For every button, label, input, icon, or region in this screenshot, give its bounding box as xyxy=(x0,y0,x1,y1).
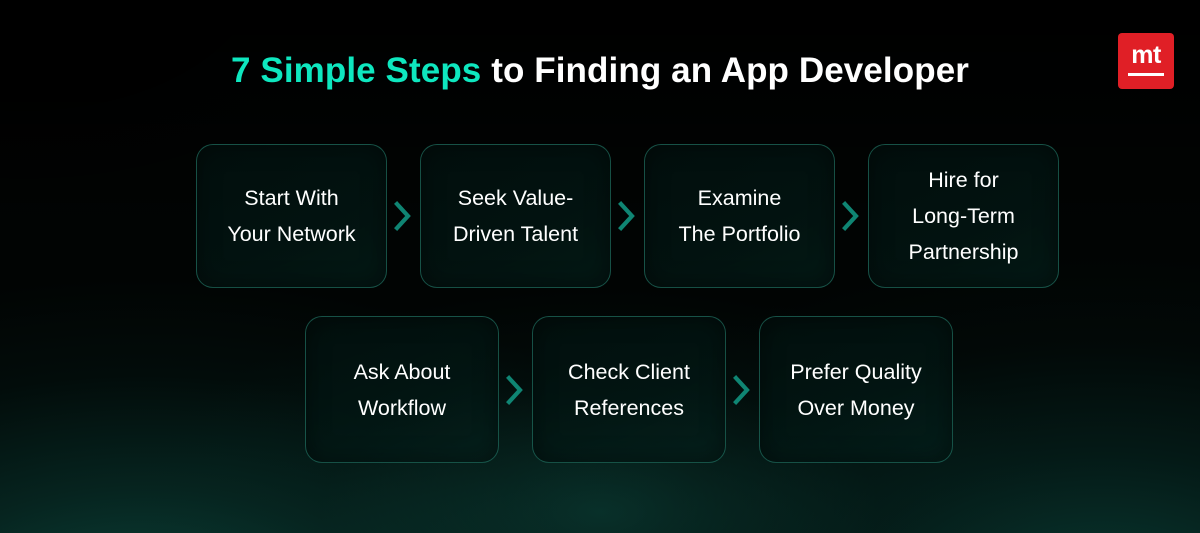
step-card-7[interactable]: Prefer Quality Over Money xyxy=(759,316,953,463)
chevron-right-icon xyxy=(835,194,868,238)
step-card-4[interactable]: Hire for Long-Term Partnership xyxy=(868,144,1059,288)
page-title: 7 Simple Steps to Finding an App Develop… xyxy=(0,50,1200,92)
step-card-2-label: Seek Value- Driven Talent xyxy=(452,186,579,246)
step-card-3[interactable]: Examine The Portfolio xyxy=(644,144,835,288)
step-card-5-label: Ask About Workflow xyxy=(353,359,451,420)
step-card-6[interactable]: Check Client References xyxy=(532,316,726,463)
step-card-3-label: Examine The Portfolio xyxy=(678,186,801,246)
chevron-right-icon xyxy=(726,368,759,412)
infographic-canvas: mt 7 Simple Steps to Finding an App Deve… xyxy=(0,0,1200,533)
flow-row-2: Ask About Workflow Check Client Referenc… xyxy=(305,316,953,463)
step-card-1[interactable]: Start With Your Network xyxy=(196,144,387,288)
chevron-right-icon xyxy=(387,194,420,238)
step-card-5[interactable]: Ask About Workflow xyxy=(305,316,499,463)
step-card-6-label: Check Client References xyxy=(568,359,690,420)
step-card-7-label: Prefer Quality Over Money xyxy=(790,359,922,420)
chevron-right-icon xyxy=(499,368,532,412)
page-title-highlight: 7 Simple Steps xyxy=(230,51,482,90)
flow-row-1: Start With Your Network Seek Value- Driv… xyxy=(196,144,1059,288)
step-card-4-label: Hire for Long-Term Partnership xyxy=(908,168,1019,264)
step-card-1-label: Start With Your Network xyxy=(227,186,356,246)
page-title-rest: to Finding an App Developer xyxy=(481,51,969,90)
step-card-2[interactable]: Seek Value- Driven Talent xyxy=(420,144,611,288)
chevron-right-icon xyxy=(611,194,644,238)
